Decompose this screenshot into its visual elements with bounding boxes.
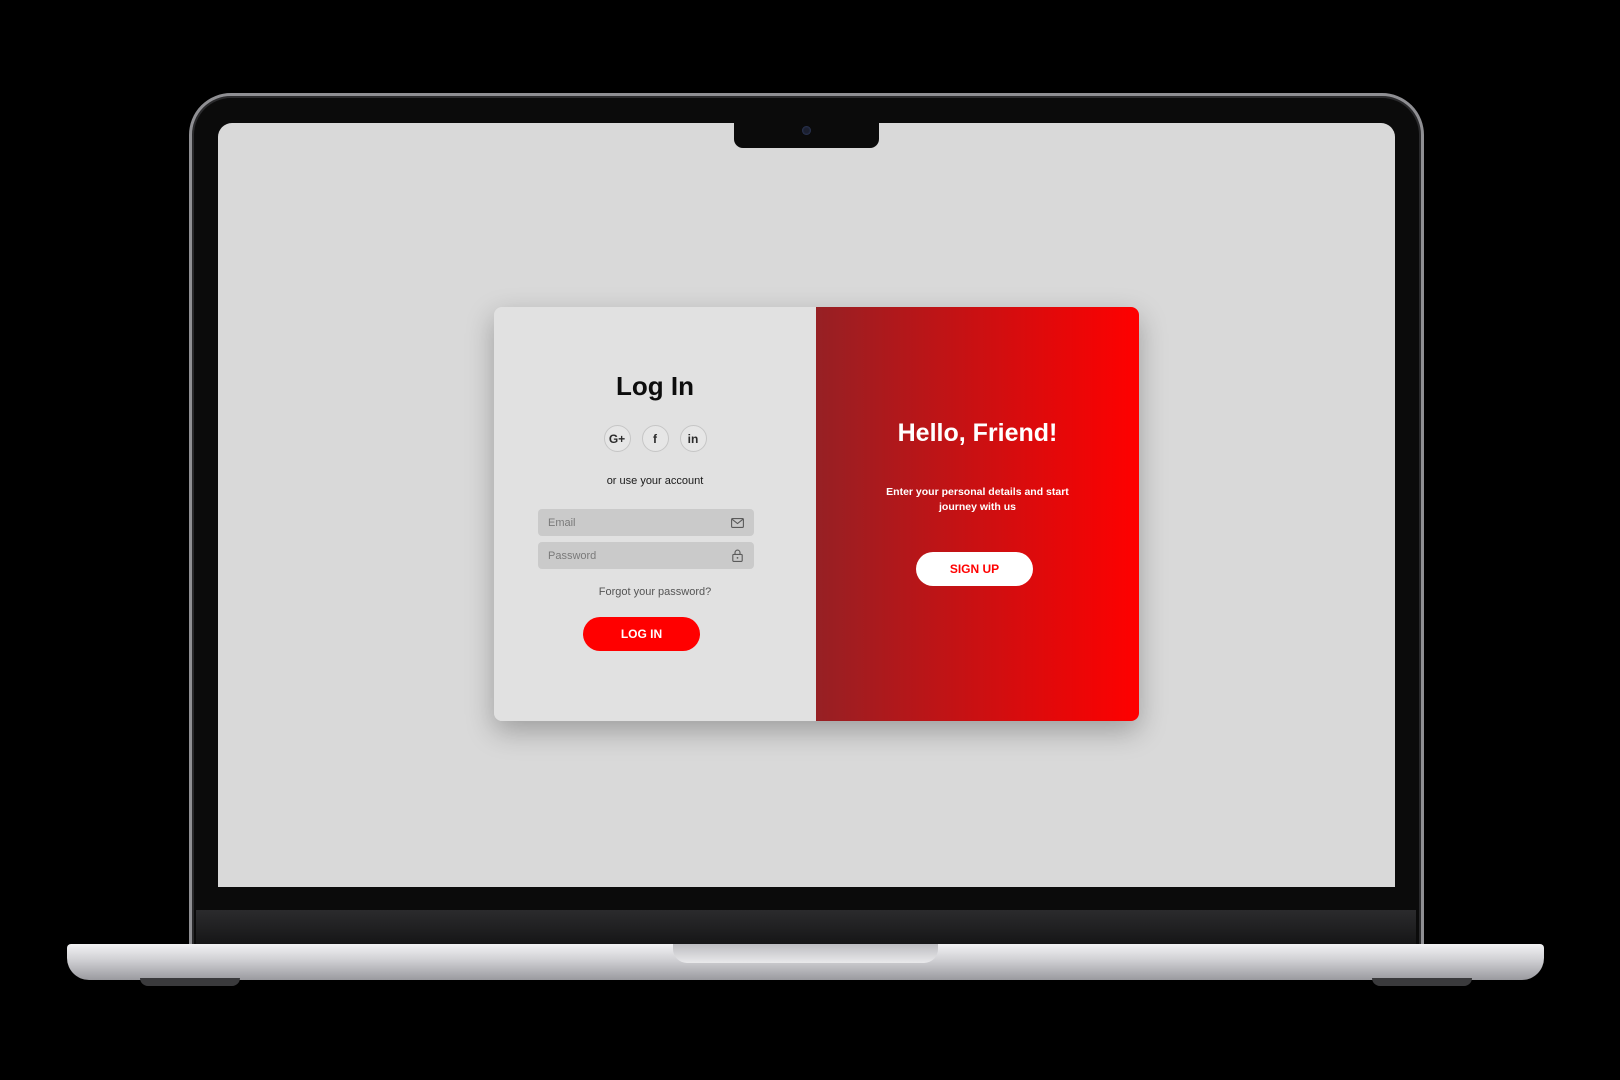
login-button[interactable]: LOG IN xyxy=(583,617,700,651)
screen: Log In G+ f in or use your account Email… xyxy=(218,123,1395,887)
facebook-icon: f xyxy=(653,431,657,446)
login-title: Log In xyxy=(616,371,694,401)
mail-icon xyxy=(730,516,744,530)
webcam-icon xyxy=(802,126,811,135)
laptop-mockup: Log In G+ f in or use your account Email… xyxy=(0,0,1620,1080)
signup-title: Hello, Friend! xyxy=(897,419,1058,447)
email-input[interactable] xyxy=(548,516,730,529)
auth-card: Log In G+ f in or use your account Email… xyxy=(494,307,1139,721)
lock-icon xyxy=(730,549,744,563)
google-plus-button[interactable]: G+ xyxy=(603,425,631,452)
camera-notch xyxy=(734,118,879,148)
password-input[interactable] xyxy=(548,549,730,562)
alt-login-text: or use your account xyxy=(606,475,704,487)
signup-panel: Hello, Friend! Enter your personal detai… xyxy=(816,307,1139,721)
facebook-button[interactable]: f xyxy=(641,425,669,452)
forgot-password-link[interactable]: Forgot your password? xyxy=(494,586,816,598)
laptop-foot-left xyxy=(140,978,240,986)
linkedin-icon: in xyxy=(687,431,699,446)
login-panel: Log In G+ f in or use your account Email… xyxy=(494,307,816,721)
google-plus-icon: G+ xyxy=(608,431,626,446)
signup-button[interactable]: SIGN UP xyxy=(916,552,1033,586)
signup-subtitle: Enter your personal details and start jo… xyxy=(886,486,1069,513)
laptop-foot-right xyxy=(1372,978,1472,986)
laptop-base-groove xyxy=(673,944,938,963)
linkedin-button[interactable]: in xyxy=(679,425,707,452)
email-field[interactable] xyxy=(538,509,754,536)
social-login-row: G+ f in xyxy=(494,425,816,452)
password-field[interactable] xyxy=(538,542,754,569)
laptop-chin xyxy=(196,910,1416,944)
